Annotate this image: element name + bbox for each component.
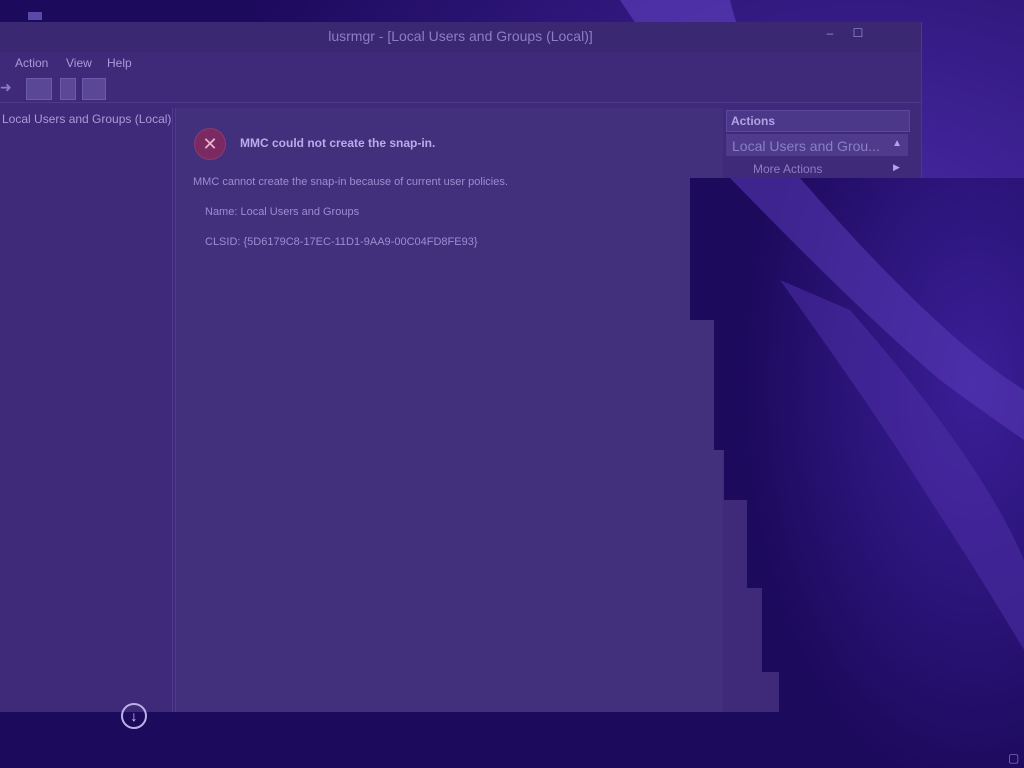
collapse-chevron-icon[interactable]: ▲	[892, 138, 902, 149]
menu-action[interactable]: Action	[15, 56, 48, 70]
result-pane: ✕ MMC could not create the snap-in. MMC …	[175, 108, 725, 712]
actions-header: Actions	[726, 110, 910, 132]
show-hide-action-pane-button[interactable]	[82, 78, 106, 100]
snapin-clsid: CLSID: {5D6179C8-17EC-11D1-9AA9-00C04FD8…	[205, 236, 478, 248]
menu-bar: Action View Help	[0, 52, 921, 74]
notification-corner-icon[interactable]: ▢	[1008, 751, 1022, 765]
show-hide-console-tree-button[interactable]	[26, 78, 52, 100]
desktop: lusrmgr - [Local Users and Groups (Local…	[0, 0, 1024, 768]
title-bar[interactable]: lusrmgr - [Local Users and Groups (Local…	[0, 22, 921, 52]
actions-section-label: Local Users and Grou...	[732, 138, 880, 154]
tree-item-local-users-groups[interactable]: Local Users and Groups (Local)	[2, 112, 171, 126]
window-title: lusrmgr - [Local Users and Groups (Local…	[328, 28, 593, 44]
snapin-name: Name: Local Users and Groups	[205, 206, 360, 218]
more-actions-item[interactable]: More Actions	[753, 162, 822, 176]
error-x-icon: ✕	[194, 128, 226, 160]
scroll-down-icon[interactable]: ↓	[121, 703, 147, 729]
minimize-button[interactable]: –	[816, 24, 844, 42]
forward-arrow-icon[interactable]: ➜	[0, 80, 14, 94]
menu-help[interactable]: Help	[107, 56, 132, 70]
mmc-window: lusrmgr - [Local Users and Groups (Local…	[0, 22, 922, 712]
maximize-button[interactable]: ☐	[844, 24, 872, 42]
console-tree-pane: Local Users and Groups (Local)	[0, 108, 173, 712]
error-title: MMC could not create the snap-in.	[240, 136, 436, 150]
help-book-button[interactable]	[60, 78, 76, 100]
menu-view[interactable]: View	[66, 56, 92, 70]
submenu-arrow-icon: ▶	[893, 162, 900, 172]
actions-section-local-users[interactable]: Local Users and Grou... ▲	[726, 134, 908, 156]
actions-header-label: Actions	[731, 114, 776, 128]
error-message: MMC cannot create the snap-in because of…	[193, 176, 508, 188]
taskbar-app-icon[interactable]	[28, 12, 42, 20]
toolbar: ➜	[0, 74, 921, 103]
actions-pane: Actions Local Users and Grou... ▲ More A…	[723, 108, 913, 712]
